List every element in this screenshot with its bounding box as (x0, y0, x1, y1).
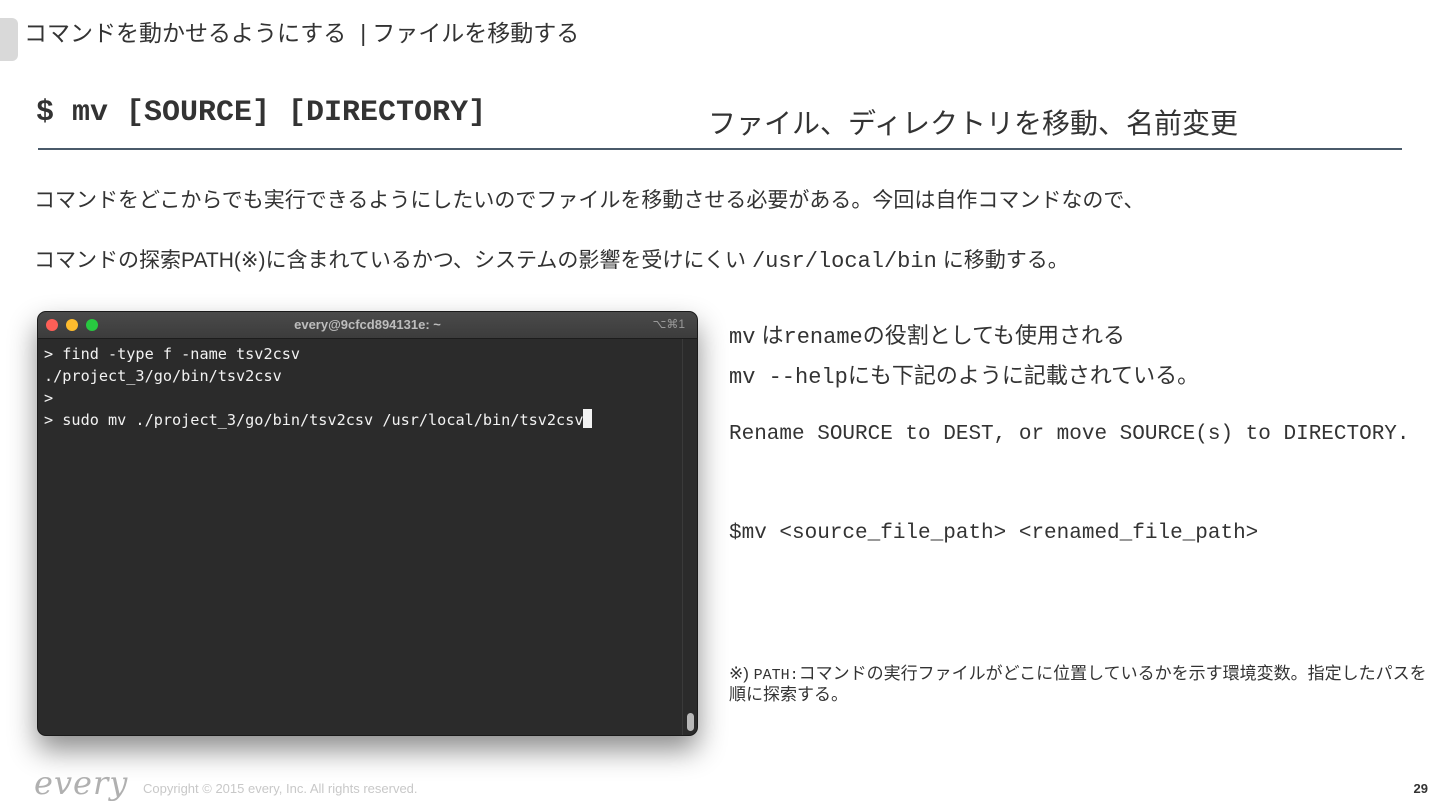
breadcrumb-separator: | (360, 20, 367, 46)
body-line2-after: に移動する。 (942, 249, 1069, 272)
breadcrumb-section: コマンドを動かせるようにする (24, 20, 347, 46)
note-rename-word: rename (783, 325, 863, 350)
terminal-line: ./project_3/go/bin/tsv2csv (44, 367, 282, 385)
note-line2-text: にも下記のように記載されている。 (847, 363, 1200, 388)
slide-side-tab (0, 18, 18, 61)
footnote-text: コマンドの実行ファイルがどこに位置しているかを示す環境変数。指定したパスを順に探… (729, 664, 1427, 704)
terminal-shortcut-label: ⌥⌘1 (652, 317, 685, 331)
mv-help-excerpt: Rename SOURCE to DEST, or move SOURCE(s)… (729, 423, 1410, 446)
terminal-title: every@9cfcd894131e: ~ (294, 317, 441, 332)
copyright-text: Copyright © 2015 every, Inc. All rights … (143, 781, 418, 796)
terminal-line-current: > sudo mv ./project_3/go/bin/tsv2csv /us… (44, 409, 677, 431)
usr-local-bin-path: /usr/local/bin (751, 249, 937, 274)
heading-divider (38, 148, 1402, 150)
body-line2-before: コマンドの探索PATH(※)に含まれているかつ、システムの影響を受けにくい (34, 249, 746, 272)
command-description-heading: ファイル、ディレクトリを移動、名前変更 (708, 108, 1239, 139)
terminal-titlebar[interactable]: every@9cfcd894131e: ~ ⌥⌘1 (38, 312, 697, 339)
terminal-output[interactable]: > find -type f -name tsv2csv ./project_3… (38, 339, 683, 735)
breadcrumb: コマンドを動かせるようにする | ファイルを移動する (24, 14, 579, 48)
note-line-2: mv --helpにも下記のように記載されている。 (729, 358, 1199, 390)
breadcrumb-page: ファイルを移動する (372, 20, 580, 46)
note-mv-command: mv (729, 325, 756, 350)
command-syntax-heading: $ mv [SOURCE] [DIRECTORY] (36, 96, 487, 130)
body-text-line-2: コマンドの探索PATH(※)に含まれているかつ、システムの影響を受けにくい/us… (34, 244, 1069, 274)
terminal-scrollbar-thumb[interactable] (687, 713, 694, 731)
body-text-line-1: コマンドをどこからでも実行できるようにしたいのでファイルを移動させる必要がある。… (34, 189, 1145, 212)
every-logo: every (34, 764, 129, 802)
note-line1-text-a: は (755, 323, 784, 348)
text-cursor (583, 409, 593, 428)
terminal-scrollbar[interactable] (682, 339, 697, 735)
path-footnote: ※) PATH:コマンドの実行ファイルがどこに位置しているかを示す環境変数。指定… (729, 664, 1440, 704)
terminal-window[interactable]: every@9cfcd894131e: ~ ⌥⌘1 > find -type f… (37, 311, 698, 736)
mv-rename-usage: $mv <source_file_path> <renamed_file_pat… (729, 522, 1259, 545)
footnote-term: PATH: (753, 667, 799, 684)
terminal-line: > find -type f -name tsv2csv (44, 345, 301, 363)
note-line-1: mv はrenameの役割としても使用される (729, 318, 1125, 350)
page-number: 29 (1413, 781, 1428, 796)
terminal-line: > (44, 389, 54, 407)
terminal-current-command: > sudo mv ./project_3/go/bin/tsv2csv /us… (44, 411, 584, 429)
note-mv-help-command: mv --help (729, 365, 848, 390)
footnote-mark: ※) (729, 664, 749, 683)
note-line1-text-b: の役割としても使用される (862, 323, 1125, 348)
